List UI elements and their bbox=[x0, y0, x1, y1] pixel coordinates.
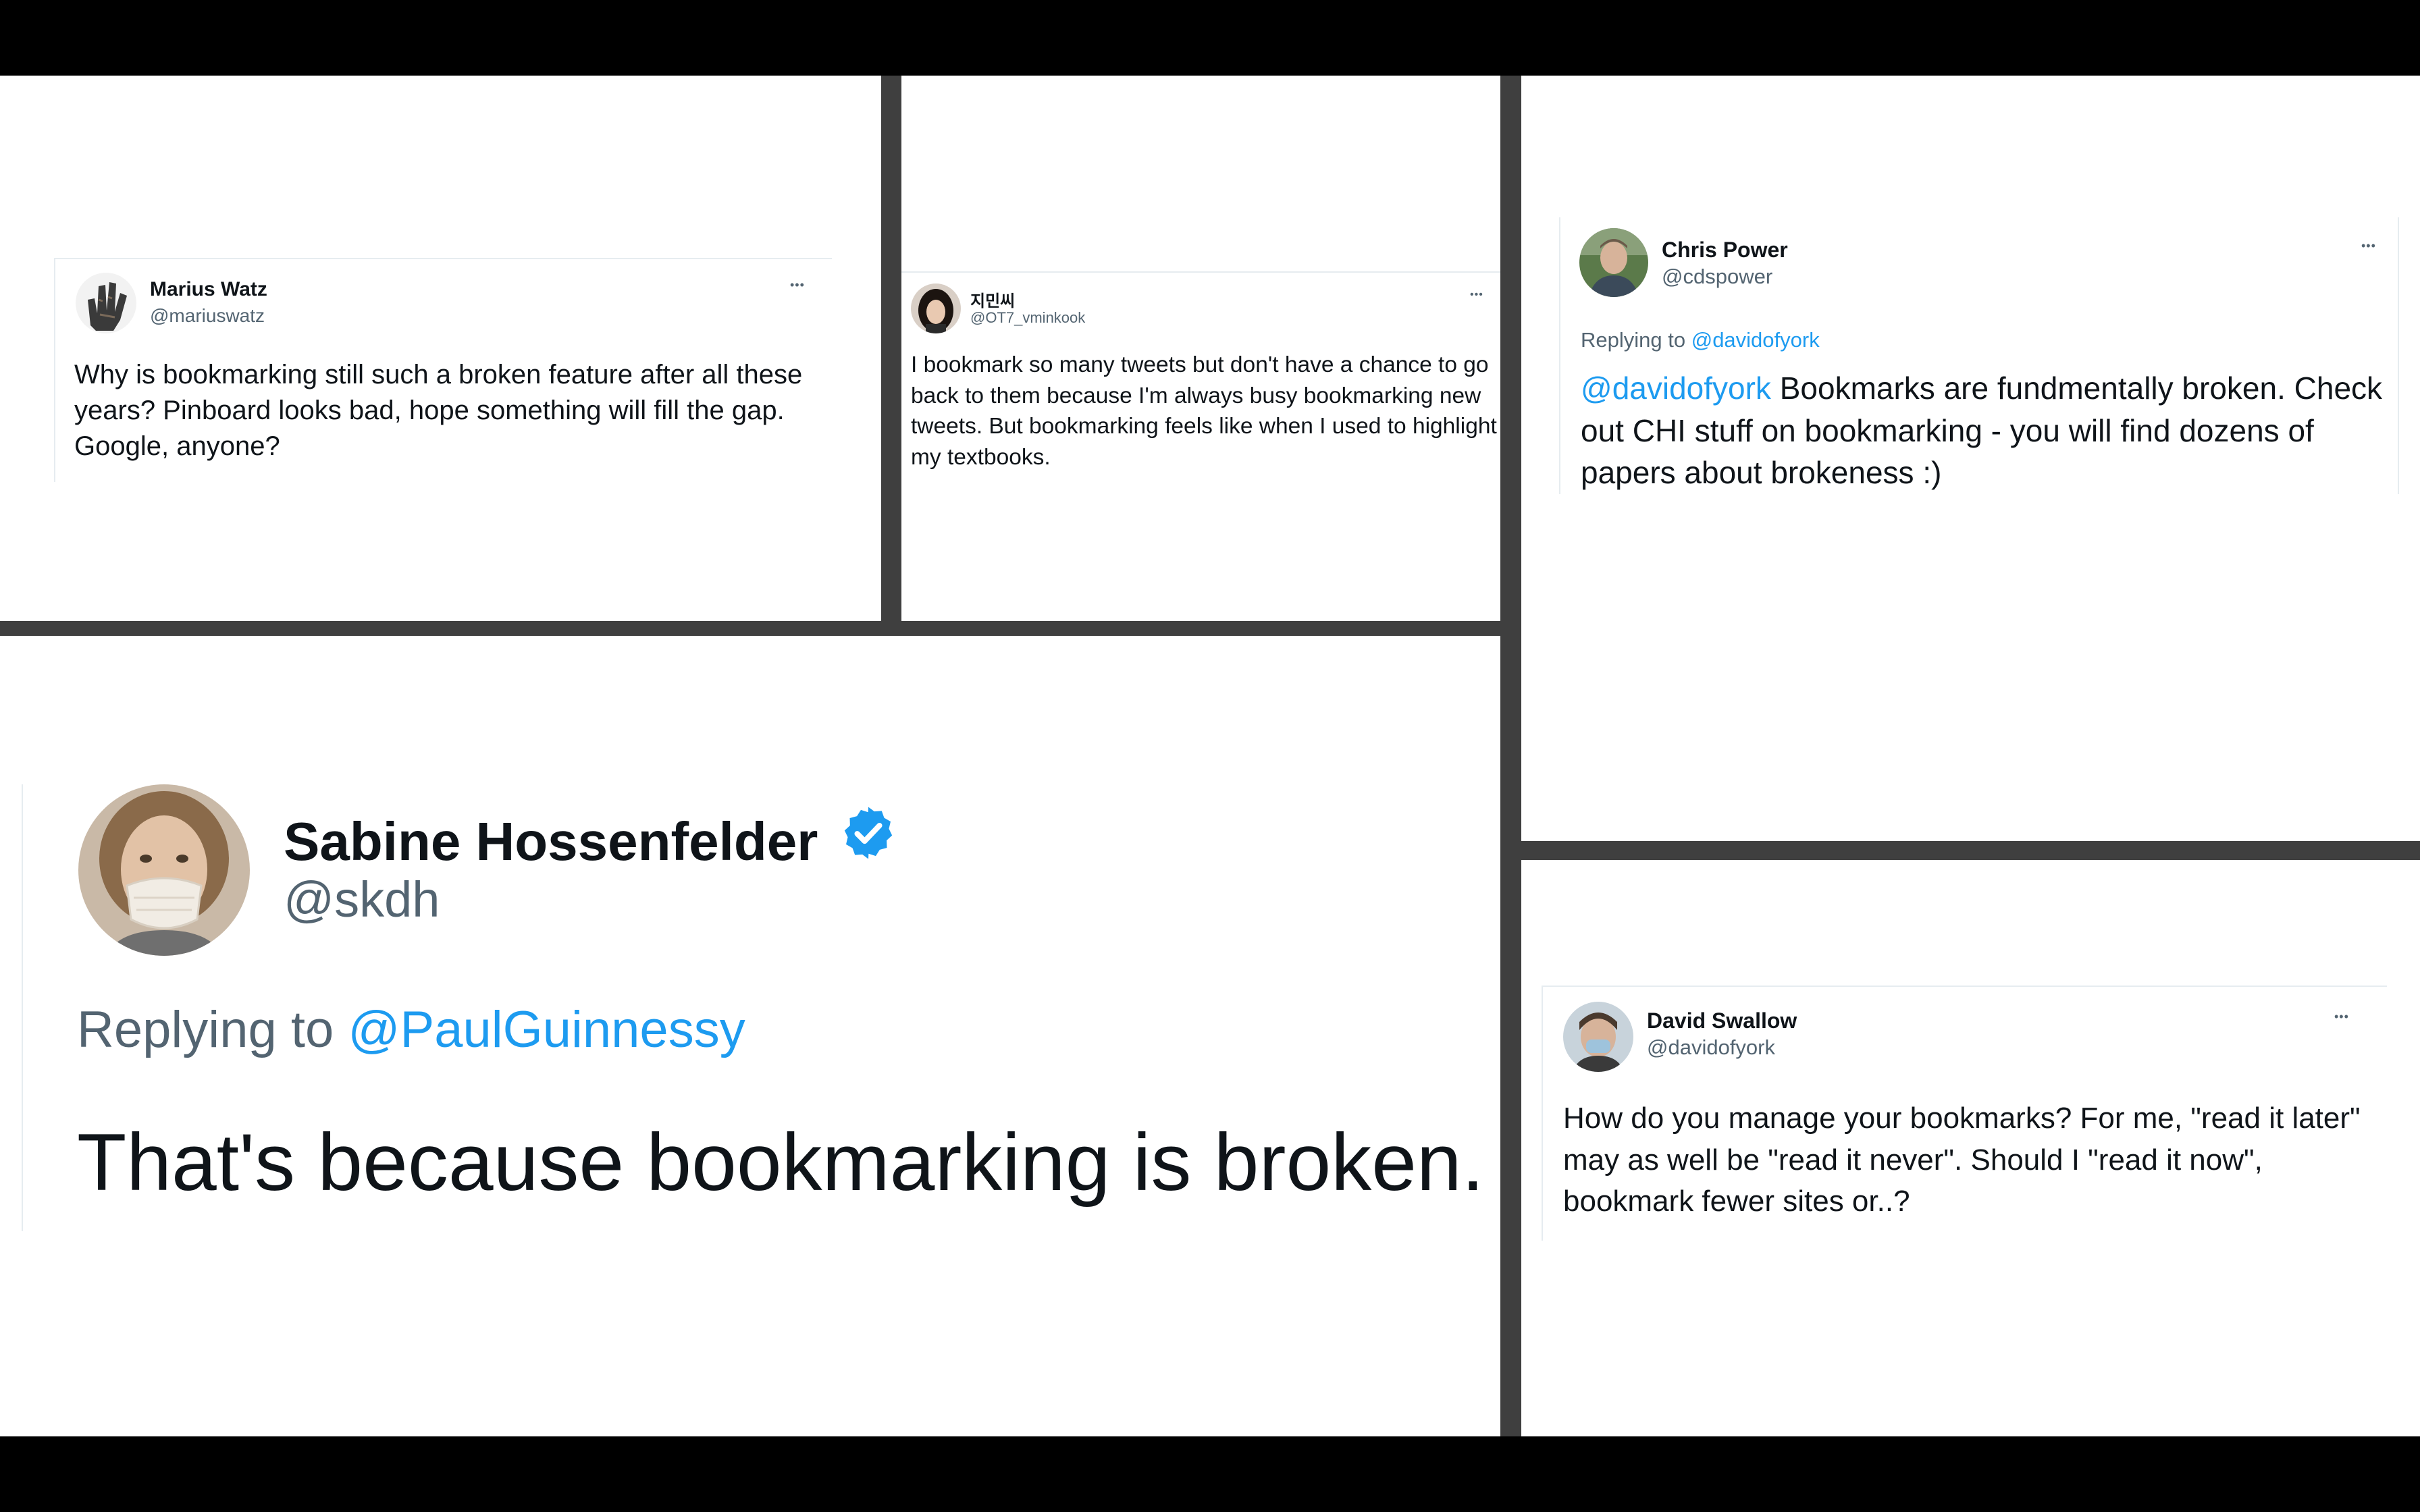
avatar[interactable] bbox=[1579, 228, 1648, 297]
panel-marius-watz: Marius Watz @mariuswatz ••• Why is bookm… bbox=[0, 76, 881, 621]
replying-to-link[interactable]: @davidofyork bbox=[1691, 328, 1820, 352]
display-name[interactable]: Marius Watz bbox=[150, 278, 267, 301]
panel-david-swallow: David Swallow @davidofyork ••• How do yo… bbox=[1521, 860, 2420, 1436]
display-name[interactable]: Sabine Hossenfelder bbox=[284, 803, 898, 875]
user-handle[interactable]: @mariuswatz bbox=[150, 305, 265, 327]
user-handle[interactable]: @skdh bbox=[284, 871, 440, 928]
user-handle[interactable]: @OT7_vminkook bbox=[970, 309, 1085, 327]
tweet-card: David Swallow @davidofyork ••• How do yo… bbox=[1542, 986, 2387, 1241]
verified-badge-icon bbox=[839, 803, 898, 875]
replying-to-link[interactable]: @PaulGuinnessy bbox=[348, 1001, 745, 1058]
replying-to-label: Replying to bbox=[77, 1001, 334, 1058]
tweet-card: Marius Watz @mariuswatz ••• Why is bookm… bbox=[54, 258, 832, 482]
user-handle[interactable]: @davidofyork bbox=[1647, 1035, 1775, 1060]
tweet-card: Chris Power @cdspower ••• Replying to @d… bbox=[1559, 217, 2399, 494]
portrait-avatar-icon bbox=[1563, 1002, 1633, 1072]
more-options-icon[interactable]: ••• bbox=[2334, 1010, 2349, 1024]
panel-sabine-hossenfelder: Sabine Hossenfelder @skdh Replying to @P… bbox=[0, 636, 1500, 1436]
replying-to: Replying to @davidofyork bbox=[1581, 328, 1820, 352]
replying-to: Replying to @PaulGuinnessy bbox=[77, 1000, 745, 1059]
hand-avatar-icon bbox=[76, 273, 136, 333]
portrait-avatar-icon bbox=[911, 284, 961, 333]
display-name[interactable]: Chris Power bbox=[1662, 238, 1788, 263]
tweet-text: How do you manage your bookmarks? For me… bbox=[1563, 1102, 2361, 1218]
avatar[interactable] bbox=[1563, 1002, 1633, 1072]
tweet-text: I bookmark so many tweets but don't have… bbox=[911, 352, 1497, 470]
panel-chris-power: Chris Power @cdspower ••• Replying to @d… bbox=[1521, 76, 2420, 841]
replying-to-label: Replying to bbox=[1581, 328, 1686, 352]
mention-link[interactable]: @davidofyork bbox=[1581, 371, 1771, 406]
more-options-icon[interactable]: ••• bbox=[790, 278, 805, 292]
avatar[interactable] bbox=[78, 784, 250, 956]
collage-canvas: Marius Watz @mariuswatz ••• Why is bookm… bbox=[0, 76, 2420, 1436]
tweet-card: Sabine Hossenfelder @skdh Replying to @P… bbox=[22, 784, 1484, 1231]
tweet-text: @davidofyork Bookmarks are fundmentally … bbox=[1581, 367, 2391, 494]
tweet-text: Why is bookmarking still such a broken f… bbox=[74, 360, 803, 461]
avatar[interactable] bbox=[911, 284, 961, 333]
avatar[interactable] bbox=[76, 273, 136, 333]
panel-jimin: 지민씨 @OT7_vminkook ••• I bookmark so many… bbox=[901, 76, 1500, 621]
display-name[interactable]: David Swallow bbox=[1647, 1008, 1797, 1033]
portrait-avatar-icon bbox=[1579, 228, 1648, 297]
display-name[interactable]: 지민씨 bbox=[970, 288, 1015, 311]
more-options-icon[interactable]: ••• bbox=[1470, 289, 1483, 301]
tweet-card: 지민씨 @OT7_vminkook ••• I bookmark so many… bbox=[901, 271, 1500, 495]
tweet-text: That's because bookmarking is broken. bbox=[77, 1117, 1485, 1208]
portrait-avatar-icon bbox=[78, 784, 250, 956]
more-options-icon[interactable]: ••• bbox=[2361, 239, 2376, 253]
display-name-text: Sabine Hossenfelder bbox=[284, 811, 818, 871]
user-handle[interactable]: @cdspower bbox=[1662, 265, 1772, 289]
